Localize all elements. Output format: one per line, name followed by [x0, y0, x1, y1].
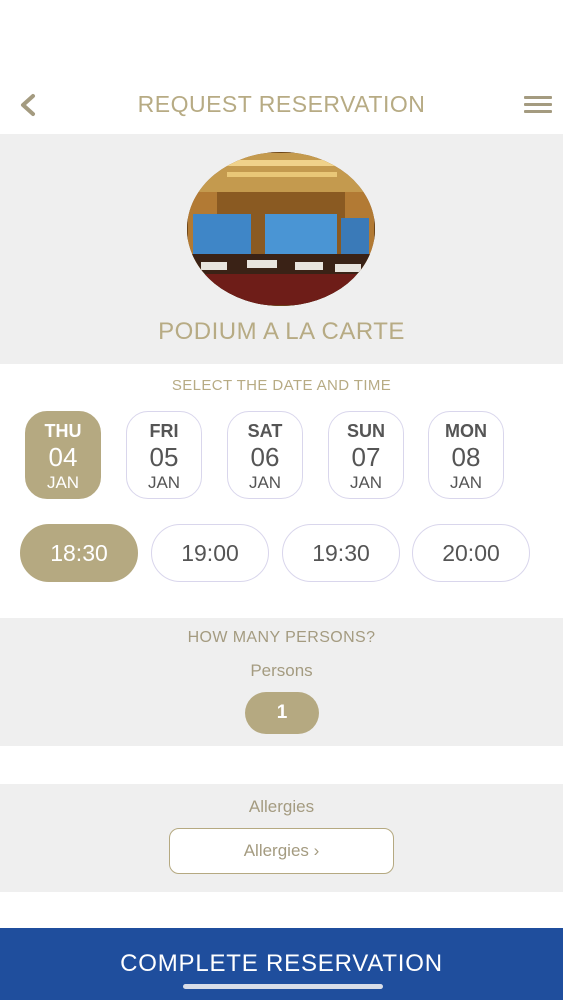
- time-chip-1830[interactable]: 18:30: [20, 524, 138, 582]
- complete-reservation-button[interactable]: COMPLETE RESERVATION: [0, 928, 563, 1000]
- home-indicator: [183, 984, 383, 989]
- date-day: 07: [351, 442, 381, 472]
- select-date-label: SELECT THE DATE AND TIME: [171, 377, 392, 394]
- date-dow: SAT: [247, 421, 283, 441]
- date-chip-thu[interactable]: THU 04 JAN: [25, 411, 101, 499]
- allergies-section: Allergies Allergies ›: [0, 784, 563, 892]
- date-dow: FRI: [149, 421, 179, 441]
- time-chip-2000[interactable]: 20:00: [412, 524, 530, 582]
- restaurant-name: PODIUM A LA CARTE: [158, 318, 405, 345]
- date-month: JAN: [449, 473, 483, 492]
- complete-reservation-label: COMPLETE RESERVATION: [120, 950, 443, 977]
- date-day: 04: [48, 442, 78, 472]
- date-day: 05: [149, 442, 179, 472]
- date-chip-sat[interactable]: SAT 06 JAN: [227, 411, 303, 499]
- date-month: JAN: [147, 473, 181, 492]
- date-day: 06: [250, 442, 280, 472]
- persons-label: Persons: [250, 661, 313, 680]
- date-selector: THU 04 JAN FRI 05 JAN SAT 06 JAN SUN 07 …: [0, 411, 563, 499]
- date-chip-fri[interactable]: FRI 05 JAN: [126, 411, 202, 499]
- time-chip-1930[interactable]: 19:30: [282, 524, 400, 582]
- date-month: JAN: [248, 473, 282, 492]
- page-title: REQUEST RESERVATION: [137, 91, 426, 117]
- allergies-button[interactable]: Allergies ›: [169, 828, 394, 874]
- time-chip-1900[interactable]: 19:00: [151, 524, 269, 582]
- allergies-label: Allergies: [248, 797, 315, 816]
- persons-question: HOW MANY PERSONS?: [187, 629, 376, 646]
- date-month: JAN: [349, 473, 383, 492]
- top-nav-bar: REQUEST RESERVATION: [0, 70, 563, 134]
- date-time-section: SELECT THE DATE AND TIME THU 04 JAN FRI …: [0, 364, 563, 618]
- persons-count-selector[interactable]: 1: [245, 692, 319, 734]
- date-day: 08: [451, 442, 481, 472]
- date-month: JAN: [46, 473, 80, 492]
- persons-section: HOW MANY PERSONS? Persons 1: [0, 618, 563, 746]
- date-dow: MON: [445, 421, 487, 441]
- restaurant-photo: [187, 152, 375, 306]
- restaurant-hero: PODIUM A LA CARTE: [0, 134, 563, 364]
- date-chip-mon[interactable]: MON 08 JAN: [428, 411, 504, 499]
- hamburger-menu-icon[interactable]: [524, 96, 552, 118]
- time-selector: 18:30 19:00 19:30 20:00: [0, 524, 563, 582]
- date-chip-sun[interactable]: SUN 07 JAN: [328, 411, 404, 499]
- date-dow: THU: [44, 421, 82, 441]
- date-dow: SUN: [346, 421, 385, 441]
